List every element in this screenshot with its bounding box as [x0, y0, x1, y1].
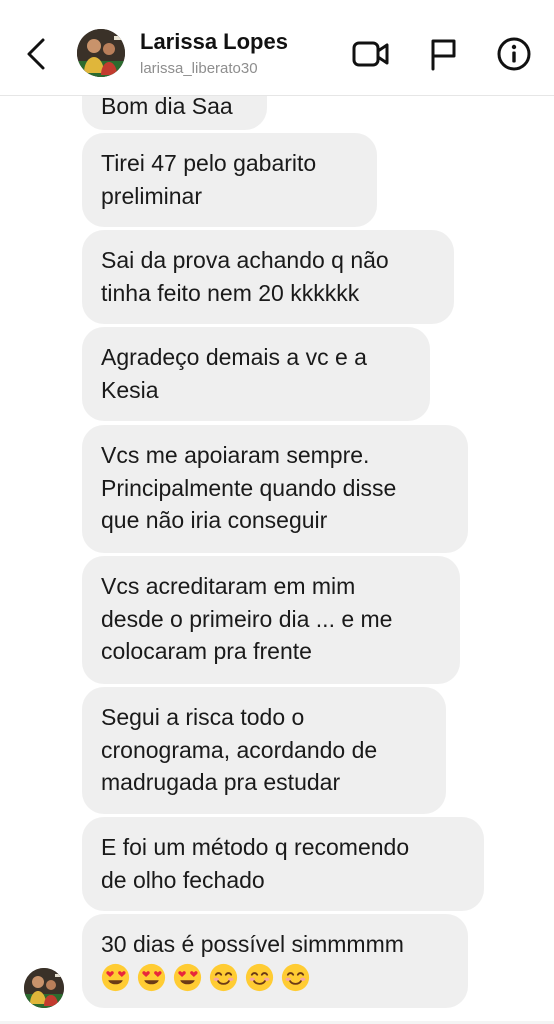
emoji-row [101, 963, 450, 992]
report-button[interactable] [423, 35, 463, 73]
info-icon [497, 37, 531, 71]
message-bubble[interactable]: Vcs acreditaram em mim desde o primeiro … [82, 556, 460, 684]
message-text: de olho fechado [101, 866, 265, 893]
heart-eyes-emoji-icon [101, 963, 130, 991]
sender-avatar[interactable] [24, 968, 64, 1008]
heart-eyes-emoji-icon [137, 963, 166, 991]
message-text: tinha feito nem 20 kkkkkk [101, 279, 360, 306]
message-bubble[interactable]: E foi um método q recomendo de olho fech… [82, 817, 484, 911]
message-text: desde o primeiro dia ... e me [101, 605, 393, 632]
back-button[interactable] [18, 34, 54, 74]
message-text: que não iria conseguir [101, 507, 328, 533]
heart-eyes-emoji-icon [173, 963, 202, 991]
message-bubble[interactable]: 30 dias é possível simmmmm [82, 914, 468, 1008]
avatar-photo-icon [77, 29, 125, 77]
message-bubble[interactable]: Tirei 47 pelo gabarito preliminar [82, 133, 377, 227]
message-text: colocaram pra frente [101, 638, 312, 664]
message-text: Segui a risca todo o [101, 704, 305, 730]
message-text: Agradeço demais a vc e a [101, 344, 367, 370]
message-text: Vcs acreditaram em mim [101, 573, 356, 599]
message-text: cronograma, acordando de [101, 736, 378, 763]
flag-icon [431, 39, 456, 71]
contact-name[interactable]: Larissa Lopes [140, 29, 288, 55]
video-call-button[interactable] [351, 35, 391, 73]
message-text: Kesia [101, 376, 159, 403]
contact-avatar[interactable] [77, 29, 125, 77]
message-bubble[interactable]: Agradeço demais a vc e a Kesia [82, 327, 430, 421]
message-text: Tirei 47 pelo gabarito [101, 150, 317, 176]
message-bubble[interactable]: Sai da prova achando q não tinha feito n… [82, 230, 454, 324]
message-text: E foi um método q recomendo [101, 834, 410, 860]
avatar-photo-icon [24, 968, 64, 1008]
info-button[interactable] [494, 35, 534, 73]
message-bubble[interactable]: Segui a risca todo o cronograma, acordan… [82, 687, 446, 814]
smiling-face-emoji-icon [281, 963, 310, 991]
message-text: preliminar [101, 182, 202, 209]
message-text: Sai da prova achando q não [101, 247, 389, 273]
smiling-face-emoji-icon [245, 963, 274, 991]
message-thread: Bom dia Saa Tirei 47 pelo gabarito preli… [0, 0, 554, 1024]
smiling-face-emoji-icon [209, 963, 238, 991]
message-text: Vcs me apoiaram sempre. [101, 442, 370, 468]
message-text: madrugada pra estudar [101, 769, 341, 795]
chevron-left-icon [27, 38, 45, 70]
contact-username: larissa_liberato30 [140, 60, 258, 77]
message-text: 30 dias é possível simmmmm [101, 931, 404, 957]
video-camera-icon [352, 41, 389, 67]
message-bubble[interactable]: Vcs me apoiaram sempre. Principalmente q… [82, 425, 468, 553]
chat-header: Larissa Lopes larissa_liberato30 [0, 0, 554, 96]
message-text: Principalmente quando disse [101, 474, 397, 501]
